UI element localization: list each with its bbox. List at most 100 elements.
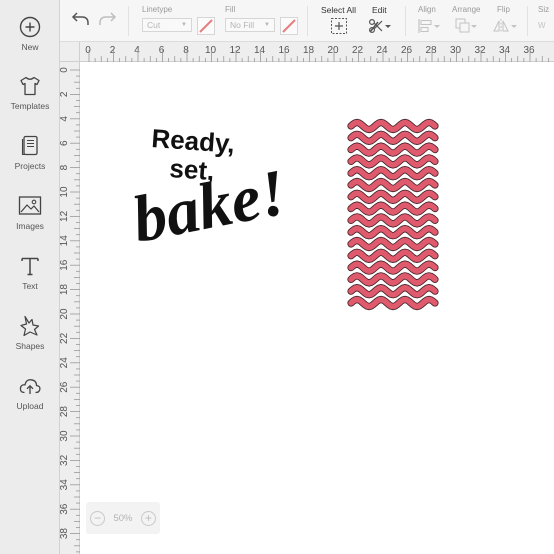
align-icon[interactable] [417,17,441,35]
chevron-down-icon: ▼ [181,22,187,28]
ruler-label: 28 [60,406,70,418]
ruler-label: 18 [303,45,315,56]
fill-value: No Fill [230,20,255,30]
horizontal-ruler: 0 2 4 6 8 10 12 14 16 18 20 22 24 26 28 30 32 34 36 [60,42,554,62]
size-label: Siz [538,5,550,14]
ruler-label: 2 [60,91,70,97]
ruler-label: 16 [60,259,70,271]
ruler-label: 22 [352,45,364,56]
ruler-label: 36 [60,503,70,515]
ruler-label: 16 [278,45,290,56]
linetype-select[interactable]: Cut ▼ [142,18,192,32]
sidebar-item-upload[interactable]: Upload [0,373,60,425]
vertical-ruler: 0 2 4 6 8 10 12 14 16 18 20 22 24 26 28 30 32 34 36 38 [60,62,80,554]
flip-icon[interactable] [492,17,518,35]
ruler-label: 4 [60,116,70,122]
redo-icon[interactable] [96,9,118,29]
svg-text:W: W [538,21,546,30]
sidebar-item-templates[interactable]: Templates [0,73,60,125]
ruler-label: 32 [60,454,70,466]
left-sidebar: New Templates Projects Images Text Shape… [0,0,60,554]
ruler-label: 10 [205,45,217,56]
flip-label: Flip [497,5,510,14]
image-icon [18,196,42,215]
ruler-label: 32 [474,45,486,56]
ruler-label: 22 [60,332,70,344]
plus-circle-icon [19,16,41,38]
zoom-out-button[interactable]: − [90,510,106,526]
toolbar-divider [527,6,528,36]
design-canvas[interactable]: Ready, set, bake! [80,62,554,554]
ruler-label: 24 [376,45,388,56]
ruler-label: 14 [254,45,266,56]
ruler-label: 10 [60,186,70,198]
linetype-label: Linetype [142,5,173,14]
fill-label: Fill [225,5,236,14]
ruler-label: 20 [60,308,70,320]
sidebar-item-label: Shapes [15,341,45,351]
ruler-label: 6 [60,140,70,146]
ruler-ticks: 02468101214161820222426283032343638 [60,67,80,553]
ruler-label: 24 [60,357,70,369]
ruler-label: 0 [85,45,91,56]
shirt-icon [20,76,40,96]
ruler-label: 28 [425,45,437,56]
select-all-icon[interactable] [330,17,348,35]
arrange-label: Arrange [452,5,481,14]
shapes-icon [20,315,40,337]
edit-label: Edit [372,5,387,15]
zoom-level: 50% [113,512,133,524]
ruler-label: 0 [60,67,70,73]
ruler-corner [60,42,80,62]
select-all-label: Select All [321,5,356,15]
ruler-label: 26 [401,45,413,56]
wavy-pattern-design[interactable] [347,118,439,311]
undo-icon[interactable] [70,9,92,29]
ruler-label: 6 [159,45,165,56]
ruler-label: 12 [60,210,70,222]
sidebar-item-shapes[interactable]: Shapes [0,313,60,365]
ruler-label: 34 [60,479,70,491]
ruler-ticks: 0 2 4 6 8 10 12 14 16 18 20 22 24 26 28 30 32 34 36 [85,45,549,62]
sidebar-item-label: New [21,42,39,52]
top-toolbar: Linetype Cut ▼ Fill No Fill ▼ Select All… [60,0,554,42]
sidebar-item-label: Upload [16,401,44,411]
ruler-label: 36 [523,45,535,56]
ruler-label: 18 [60,284,70,296]
ruler-label: 12 [229,45,241,56]
ruler-label: 2 [110,45,116,56]
ruler-label: 14 [60,235,70,247]
text-line-ready: Ready, [151,123,236,159]
ruler-label: 38 [60,528,70,540]
sidebar-item-images[interactable]: Images [0,193,60,245]
ruler-label: 26 [60,381,70,393]
align-label: Align [418,5,436,14]
ruler-label: 8 [183,45,189,56]
text-line-bake: bake! [127,156,292,257]
sidebar-item-new[interactable]: New [0,14,60,66]
ruler-label: 34 [499,45,511,56]
ruler-label: 8 [60,164,70,170]
ruler-label: 4 [134,45,140,56]
sidebar-item-label: Images [16,221,44,231]
toolbar-divider [307,6,308,36]
linetype-value: Cut [147,20,161,30]
sidebar-item-label: Templates [10,101,50,111]
sidebar-item-label: Text [22,281,38,291]
text-design[interactable]: Ready, set, bake! [127,123,292,257]
canvas-layer: Ready, set, bake! [127,118,439,311]
text-icon [21,257,39,276]
fill-color-swatch[interactable] [280,17,298,35]
zoom-control: − 50% + [86,502,160,534]
sidebar-item-projects[interactable]: Projects [0,133,60,185]
arrange-icon[interactable] [454,17,478,35]
edit-icon[interactable] [368,17,392,35]
linetype-color-swatch[interactable] [197,17,215,35]
zoom-in-button[interactable]: + [140,510,156,526]
chevron-down-icon: ▼ [264,22,270,28]
sidebar-item-text[interactable]: Text [0,253,60,305]
fill-select[interactable]: No Fill ▼ [225,18,275,32]
upload-icon [19,379,41,394]
ruler-label: 30 [450,45,462,56]
size-icon[interactable]: W [538,17,554,35]
